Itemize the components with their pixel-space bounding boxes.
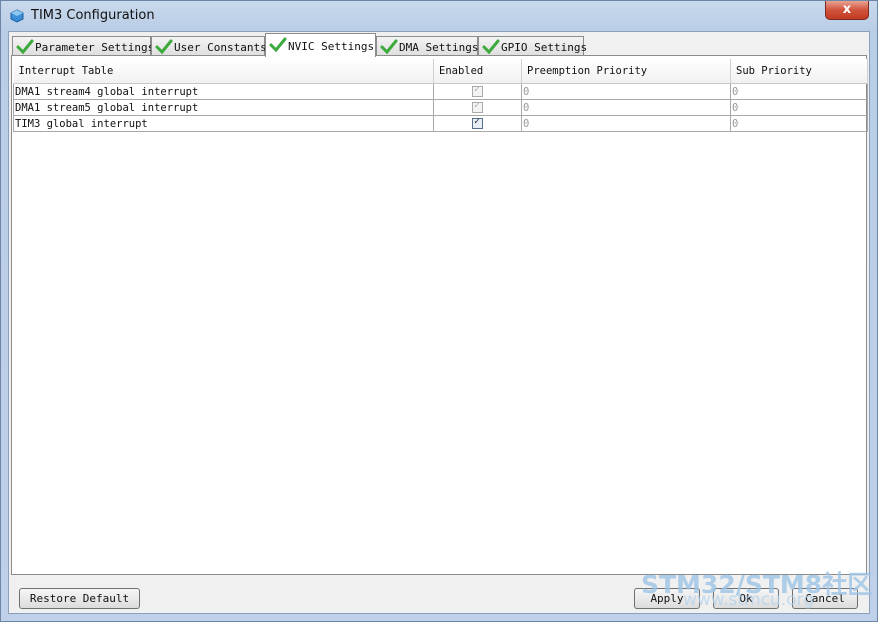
preemption-priority: 0 [521, 99, 731, 116]
check-icon [269, 37, 287, 53]
enabled-checkbox: ✓ [472, 100, 483, 113]
tab-user-constants[interactable]: User Constants [151, 36, 267, 56]
enabled-checkbox[interactable]: ✓ [472, 116, 483, 129]
tab-label: Parameter Settings [35, 41, 155, 54]
column-header-interrupt[interactable]: Interrupt Table [13, 59, 434, 84]
enabled-cell: ✓ [433, 83, 522, 100]
table-row[interactable]: DMA1 stream5 global interrupt ✓ 0 0 [13, 99, 868, 116]
column-header-enabled[interactable]: Enabled [433, 59, 522, 84]
tab-label: User Constants [174, 41, 267, 54]
enabled-cell: ✓ [433, 115, 522, 132]
sub-priority: 0 [730, 99, 868, 116]
sub-priority: 0 [730, 83, 868, 100]
column-header-sub-priority[interactable]: Sub Priority [730, 59, 868, 84]
checkmark-icon: ✓ [474, 116, 481, 128]
tab-parameter-settings[interactable]: Parameter Settings [12, 36, 155, 56]
nvic-panel: Interrupt Table Enabled Preemption Prior… [11, 55, 868, 575]
restore-default-button[interactable]: Restore Default [19, 588, 140, 609]
enabled-checkbox: ✓ [472, 84, 483, 97]
check-icon [155, 39, 173, 55]
table-row[interactable]: DMA1 stream4 global interrupt ✓ 0 0 [13, 83, 868, 100]
preemption-priority[interactable]: 0 [521, 115, 731, 132]
dialog-body: Parameter Settings User Constants NVIC S… [8, 31, 870, 614]
table-header-row: Interrupt Table Enabled Preemption Prior… [13, 59, 868, 84]
tab-label: DMA Settings [399, 41, 479, 54]
checkmark-icon: ✓ [474, 100, 481, 112]
watermark-url: www.stmcu.org [683, 590, 815, 610]
interrupt-name: DMA1 stream5 global interrupt [13, 99, 434, 116]
window-title: TIM3 Configuration [31, 8, 155, 23]
config-window: TIM3 Configuration x Parameter Settings … [0, 0, 878, 622]
tab-dma-settings[interactable]: DMA Settings [376, 36, 478, 56]
tab-label: GPIO Settings [501, 41, 588, 54]
title-bar[interactable]: TIM3 Configuration x [1, 1, 877, 31]
tab-gpio-settings[interactable]: GPIO Settings [478, 36, 588, 56]
close-button[interactable]: x [825, 1, 869, 20]
column-header-preemption[interactable]: Preemption Priority [521, 59, 731, 84]
cube-icon [10, 9, 24, 23]
interrupt-table: Interrupt Table Enabled Preemption Prior… [13, 59, 868, 132]
enabled-cell: ✓ [433, 99, 522, 116]
check-icon [380, 39, 398, 55]
tab-label: NVIC Settings [288, 40, 375, 53]
tab-nvic-settings[interactable]: NVIC Settings [265, 33, 376, 57]
check-icon [482, 39, 500, 55]
table-row[interactable]: TIM3 global interrupt ✓ 0 0 [13, 115, 868, 132]
preemption-priority: 0 [521, 83, 731, 100]
interrupt-name: TIM3 global interrupt [13, 115, 434, 132]
interrupt-name: DMA1 stream4 global interrupt [13, 83, 434, 100]
sub-priority[interactable]: 0 [730, 115, 868, 132]
check-icon [16, 39, 34, 55]
checkmark-icon: ✓ [474, 84, 481, 96]
